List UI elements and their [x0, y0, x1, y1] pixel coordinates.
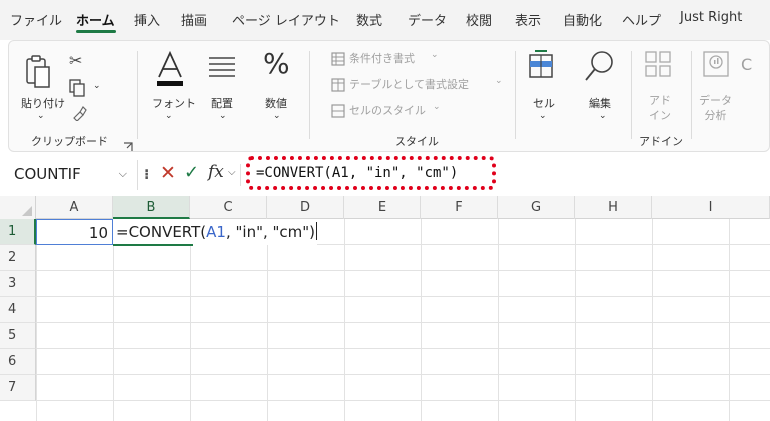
alignment-icon[interactable]	[207, 55, 237, 81]
add-ins-group-label: アドイン	[639, 135, 683, 148]
insert-function-chevron-down-icon[interactable]: ⌵	[228, 167, 236, 178]
formula-bar-grip-icon[interactable]: ⁝	[144, 167, 149, 183]
conditional-format-chevron-down-icon[interactable]: ⌄	[431, 50, 439, 60]
ribbon-divider	[515, 51, 516, 139]
dialog-launcher-icon[interactable]	[123, 137, 133, 151]
formula-highlight-box	[246, 156, 496, 190]
font-chevron-down-icon[interactable]: ⌄	[165, 111, 173, 121]
ribbon: 貼り付け ⌄ ✂ ⌄ クリップボード フォント ⌄ 配置 ⌄ % 数値 ⌄ 条件…	[8, 40, 770, 152]
name-box[interactable]: COUNTIF ⌵	[8, 160, 138, 190]
cell-area[interactable]	[36, 219, 770, 421]
formula-bar: COUNTIF ⌵ ⁝ ✕ ✓ fx ⌵ =CONVERT(A1, "in", …	[0, 156, 770, 194]
cells-button-label[interactable]: セル	[533, 95, 555, 111]
data-analysis-icon[interactable]	[701, 49, 731, 79]
add-ins-button-label[interactable]: アド イン	[649, 93, 671, 123]
paste-button-label[interactable]: 貼り付け	[21, 95, 65, 111]
column-header-i[interactable]: I	[652, 196, 770, 219]
format-painter-icon[interactable]	[71, 105, 87, 122]
column-header-a[interactable]: A	[36, 196, 113, 219]
font-icon[interactable]	[153, 49, 187, 89]
ribbon-divider	[137, 51, 138, 139]
row-header-2[interactable]: 2	[0, 245, 36, 271]
tab-insert[interactable]: 挿入	[134, 10, 160, 29]
tab-view[interactable]: 表示	[515, 10, 541, 29]
percent-icon[interactable]: %	[263, 47, 290, 80]
cell-b1-formula-suffix: , "in", "cm")	[225, 223, 316, 241]
number-button-label[interactable]: 数値	[265, 95, 287, 111]
styles-group-label: スタイル	[395, 135, 439, 148]
ribbon-divider	[631, 51, 632, 139]
cell-b1-formula-prefix: =CONVERT(	[116, 223, 207, 241]
column-header-row: A B C D E F G H I	[0, 196, 770, 219]
copy-chevron-down-icon[interactable]: ⌄	[93, 81, 101, 91]
data-analysis-button-label[interactable]: データ 分析	[699, 93, 732, 123]
cell-b1-editing[interactable]: =CONVERT(A1, "in", "cm")	[113, 219, 318, 245]
conditional-format-button[interactable]: 条件付き書式	[349, 50, 415, 66]
row-header-4[interactable]: 4	[0, 297, 36, 323]
ribbon-divider	[309, 51, 310, 139]
cell-styles-icon[interactable]	[331, 103, 345, 118]
row-header-7[interactable]: 7	[0, 375, 36, 401]
format-as-table-button[interactable]: テーブルとして書式設定	[349, 76, 469, 92]
formula-bar-divider	[240, 164, 241, 186]
paste-chevron-down-icon[interactable]: ⌄	[37, 111, 45, 121]
column-header-c[interactable]: C	[190, 196, 267, 219]
editing-button-label[interactable]: 編集	[589, 95, 611, 111]
font-button-label[interactable]: フォント	[152, 95, 196, 111]
tab-just-right[interactable]: Just Right	[680, 10, 742, 25]
tab-automate[interactable]: 自動化	[563, 10, 602, 29]
tab-review[interactable]: 校閲	[466, 10, 492, 29]
column-header-f[interactable]: F	[421, 196, 498, 219]
paste-icon[interactable]	[23, 53, 53, 91]
cells-chevron-down-icon[interactable]: ⌄	[539, 111, 547, 121]
row-header-5[interactable]: 5	[0, 323, 36, 349]
select-all-corner[interactable]	[0, 196, 36, 219]
format-as-table-chevron-down-icon[interactable]: ⌄	[495, 76, 503, 86]
cell-styles-button[interactable]: セルのスタイル	[349, 102, 426, 118]
insert-function-icon[interactable]: fx	[208, 162, 224, 182]
cancel-entry-icon[interactable]: ✕	[160, 162, 176, 184]
alignment-chevron-down-icon[interactable]: ⌄	[219, 111, 227, 121]
conditional-format-icon[interactable]	[331, 51, 345, 66]
tab-page-layout[interactable]: ページ レイアウト	[232, 10, 340, 29]
copy-icon[interactable]	[69, 79, 85, 97]
name-box-value: COUNTIF	[14, 165, 81, 183]
overflow-icon[interactable]: C	[741, 55, 752, 74]
row-header-6[interactable]: 6	[0, 349, 36, 375]
name-box-chevron-down-icon[interactable]: ⌵	[119, 167, 127, 181]
column-header-d[interactable]: D	[267, 196, 344, 219]
tab-draw[interactable]: 描画	[181, 10, 207, 29]
tab-data[interactable]: データ	[408, 10, 447, 29]
column-header-b[interactable]: B	[113, 196, 190, 219]
tab-home[interactable]: ホーム	[76, 10, 115, 29]
column-header-g[interactable]: G	[498, 196, 575, 219]
cell-a1[interactable]: 10	[36, 219, 113, 245]
column-header-e[interactable]: E	[344, 196, 421, 219]
row-header-1[interactable]: 1	[0, 219, 36, 245]
cells-icon[interactable]	[527, 49, 555, 81]
tab-formulas[interactable]: 数式	[356, 10, 382, 29]
text-caret	[316, 222, 318, 240]
search-icon[interactable]	[583, 49, 615, 83]
editing-chevron-down-icon[interactable]: ⌄	[599, 111, 607, 121]
add-ins-icon[interactable]	[643, 49, 673, 79]
row-header-3[interactable]: 3	[0, 271, 36, 297]
column-header-h[interactable]: H	[575, 196, 652, 219]
clipboard-group-label: クリップボード	[31, 135, 108, 148]
format-as-table-icon[interactable]	[331, 77, 345, 92]
cell-styles-chevron-down-icon[interactable]: ⌄	[433, 102, 441, 112]
active-tab-indicator	[76, 30, 116, 33]
tab-file[interactable]: ファイル	[10, 10, 62, 29]
ribbon-divider	[691, 51, 692, 139]
select-all-triangle-icon	[22, 206, 32, 216]
active-cell-indicator	[113, 244, 193, 246]
worksheet-grid: A B C D E F G H I 1 2 3 4 5 6 7 10 =CONV…	[0, 196, 770, 421]
tab-help[interactable]: ヘルプ	[622, 10, 661, 29]
ribbon-tab-bar: ファイル ホーム 挿入 描画 ページ レイアウト 数式 データ 校閲 表示 自動…	[0, 0, 770, 40]
number-chevron-down-icon[interactable]: ⌄	[273, 111, 281, 121]
alignment-button-label[interactable]: 配置	[211, 95, 233, 111]
cell-b1-reference: A1	[206, 223, 226, 241]
enter-entry-icon[interactable]: ✓	[184, 162, 199, 183]
cut-icon[interactable]: ✂	[69, 51, 82, 70]
